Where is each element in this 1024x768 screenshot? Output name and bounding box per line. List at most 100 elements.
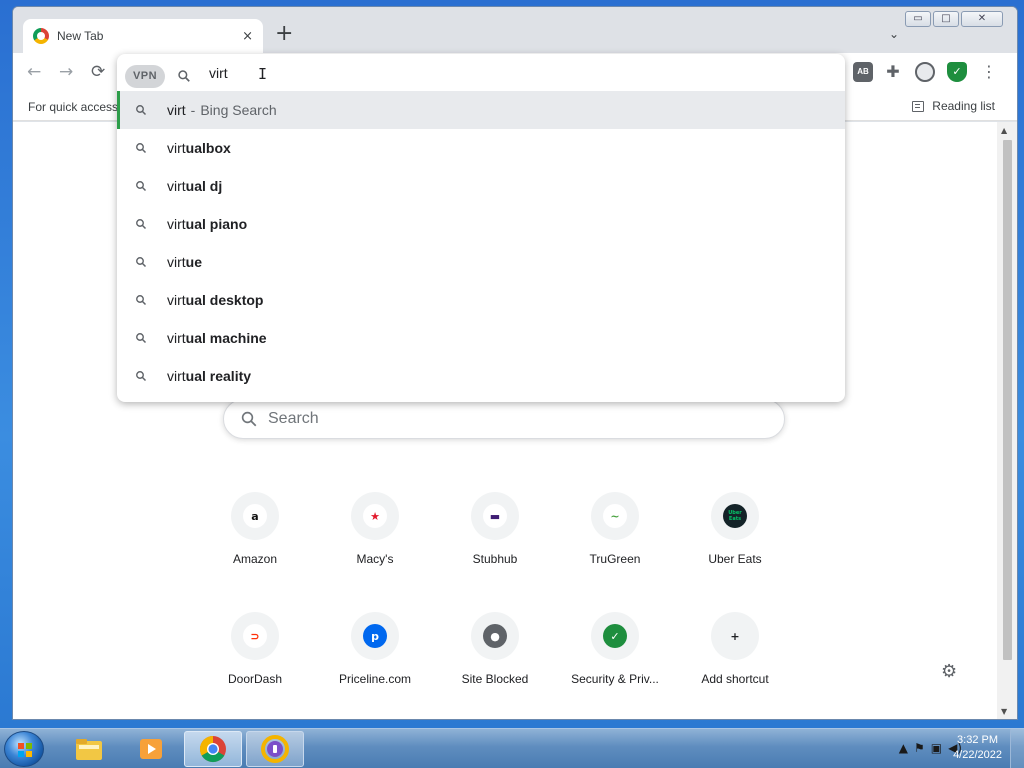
suggestion-text: virtue xyxy=(167,254,202,270)
action-center-flag-icon[interactable]: ⚑ xyxy=(914,741,925,755)
suggestion-typed: virt xyxy=(167,292,186,308)
new-tab-button[interactable]: + xyxy=(275,23,293,45)
suggestion-typed: virt xyxy=(167,368,186,384)
suggestion-completion: ual piano xyxy=(185,216,248,232)
suggestion-list: virt - Bing Search virtualbox virtual dj virt… xyxy=(117,91,845,395)
search-icon xyxy=(136,295,147,306)
taskbar-media-player[interactable] xyxy=(122,731,180,767)
shortcut-tile[interactable]: Uber Eats Uber Eats xyxy=(683,492,787,566)
system-clock[interactable]: 3:32 PM 4/22/2022 xyxy=(953,733,1002,763)
suggestion-item[interactable]: virtue xyxy=(117,243,845,281)
macys-icon: ★ xyxy=(363,504,387,528)
scrollbar-thumb[interactable] xyxy=(1003,140,1012,660)
shortcut-tile[interactable]: ~ TruGreen xyxy=(563,492,667,566)
shortcut-tile[interactable]: p Priceline.com xyxy=(323,612,427,686)
profile-avatar-icon[interactable] xyxy=(915,62,935,82)
shortcut-icon-container: ✓ xyxy=(591,612,639,660)
text-cursor-ibeam-icon: I xyxy=(258,65,268,83)
suggestion-item[interactable]: virtual machine xyxy=(117,319,845,357)
suggestion-provider: Bing Search xyxy=(200,102,277,118)
taskbar-vpn-app[interactable] xyxy=(246,731,304,767)
tab-new-tab[interactable]: New Tab × xyxy=(23,19,263,53)
restore-button[interactable]: □ xyxy=(933,11,959,27)
suggestion-item[interactable]: virtual desktop xyxy=(117,281,845,319)
search-icon xyxy=(136,257,147,268)
minimize-button[interactable]: ▭ xyxy=(905,11,931,27)
forward-button[interactable]: → xyxy=(59,63,73,81)
amazon-icon: a xyxy=(243,504,267,528)
security-shield-extension-icon[interactable]: ✓ xyxy=(947,62,967,82)
shortcut-tile[interactable]: a Amazon xyxy=(203,492,307,566)
shortcut-tile[interactable]: + Add shortcut xyxy=(683,612,787,686)
taskbar-chrome[interactable] xyxy=(184,731,242,767)
customize-page-icon[interactable]: ⚙ xyxy=(941,661,957,682)
suggestion-text: virtualbox xyxy=(167,140,231,156)
vertical-scrollbar[interactable]: ▲ ▼ xyxy=(997,122,1017,719)
priceline-icon: p xyxy=(363,624,387,648)
search-icon xyxy=(136,371,147,382)
search-icon xyxy=(241,411,257,427)
suggestion-item[interactable]: virt - Bing Search xyxy=(117,91,845,129)
network-icon[interactable]: ▣ xyxy=(931,741,942,755)
shortcut-tile[interactable]: ★ Macy's xyxy=(323,492,427,566)
tab-close-icon[interactable]: × xyxy=(242,29,253,44)
suggestion-completion: ual dj xyxy=(185,178,223,194)
extensions-puzzle-icon[interactable]: ✚ xyxy=(883,62,903,82)
tab-search-button[interactable]: ⌄ xyxy=(889,27,899,41)
search-icon xyxy=(136,333,147,344)
taskbar-file-explorer[interactable] xyxy=(60,731,118,767)
suggestion-item[interactable]: virtualbox xyxy=(117,129,845,167)
suggestion-text: virtual piano xyxy=(167,216,247,232)
chrome-menu-icon[interactable]: ⋮ xyxy=(979,62,999,82)
bookmarks-hint-text: For quick access, xyxy=(28,100,122,114)
reading-list-label: Reading list xyxy=(932,99,995,113)
suggestion-text: virtual dj xyxy=(167,178,222,194)
suggestion-completion: ual machine xyxy=(185,330,267,346)
shortcut-icon-container: p xyxy=(351,612,399,660)
shortcut-tile[interactable]: ● Site Blocked xyxy=(443,612,547,686)
search-icon xyxy=(136,181,147,192)
vpn-badge[interactable]: VPN xyxy=(125,65,165,88)
suggestion-typed: virt xyxy=(167,330,186,346)
show-hidden-icons-icon[interactable]: ▲ xyxy=(899,741,908,755)
suggestion-completion: ual reality xyxy=(185,368,252,384)
show-desktop-button[interactable] xyxy=(1010,729,1024,768)
shortcut-tile[interactable]: ✓ Security & Priv... xyxy=(563,612,667,686)
reading-list-button[interactable]: Reading list xyxy=(912,99,995,113)
start-button[interactable] xyxy=(4,731,44,767)
window-controls: ▭ □ ✕ xyxy=(905,11,1003,27)
suggestion-completion: ualbox xyxy=(185,140,231,156)
shortcut-icon-container: ⊃ xyxy=(231,612,279,660)
suggestion-typed: virt xyxy=(167,102,186,118)
back-button[interactable]: ← xyxy=(27,63,41,81)
scroll-up-arrow[interactable]: ▲ xyxy=(1001,126,1007,135)
omnibox-input[interactable] xyxy=(209,63,609,83)
search-icon xyxy=(136,143,147,154)
suggestion-separator: - xyxy=(190,102,196,118)
globe-icon: ● xyxy=(483,624,507,648)
shortcut-tile[interactable]: ▬ Stubhub xyxy=(443,492,547,566)
tab-strip: New Tab × + ⌄ ▭ □ ✕ xyxy=(13,7,1017,53)
suggestion-item[interactable]: virtual dj xyxy=(117,167,845,205)
scroll-down-arrow[interactable]: ▼ xyxy=(1001,707,1007,716)
suggestion-text: virt - Bing Search xyxy=(167,102,277,118)
tab-title: New Tab xyxy=(57,29,104,43)
ntp-search-box[interactable]: Search xyxy=(223,399,785,439)
shortcut-label: DoorDash xyxy=(227,672,283,686)
doordash-icon: ⊃ xyxy=(243,624,267,648)
shortcut-icon-container: + xyxy=(711,612,759,660)
suggestion-completion: ue xyxy=(185,254,203,270)
shortcut-label: Amazon xyxy=(232,552,278,566)
clock-date: 4/22/2022 xyxy=(953,749,1002,761)
close-window-button[interactable]: ✕ xyxy=(961,11,1003,27)
adblock-extension-icon[interactable]: AB xyxy=(853,62,873,82)
suggestion-item[interactable]: virtual reality xyxy=(117,357,845,395)
shortcut-tile[interactable]: ⊃ DoorDash xyxy=(203,612,307,686)
suggestion-typed: virt xyxy=(167,254,186,270)
shortcut-label: Security & Priv... xyxy=(571,672,659,686)
chrome-icon xyxy=(199,735,226,763)
suggestion-item[interactable]: virtual piano xyxy=(117,205,845,243)
shortcut-label: Site Blocked xyxy=(461,672,529,686)
omnibox[interactable]: VPN I xyxy=(117,54,845,90)
reload-button[interactable]: ⟳ xyxy=(91,63,105,81)
